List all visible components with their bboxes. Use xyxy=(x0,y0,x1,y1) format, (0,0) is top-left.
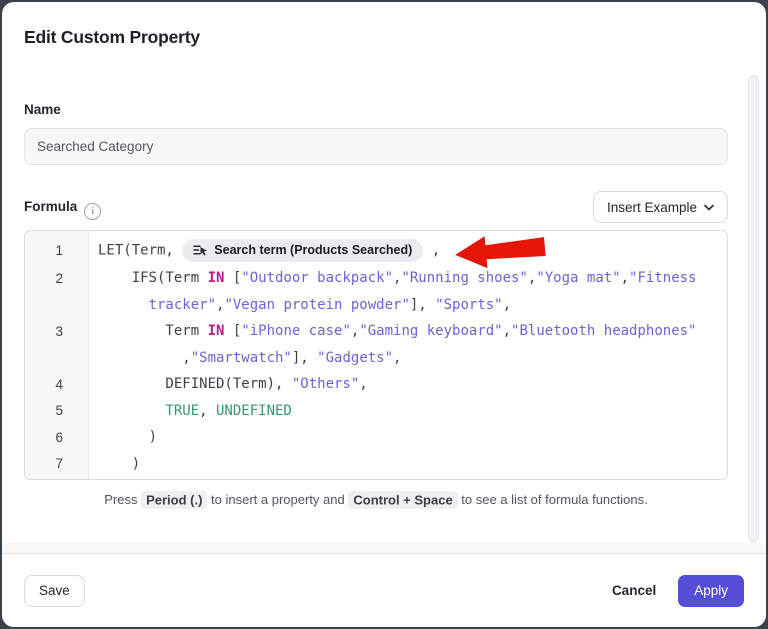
code-segment: "Running shoes" xyxy=(401,270,527,286)
code-text: LET(Term, Search term (Products Searched… xyxy=(98,239,727,262)
code-segment: IFS(Term xyxy=(132,270,208,286)
code-line[interactable]: 7) xyxy=(25,451,727,478)
code-segment: "Gaming keyboard" xyxy=(359,323,502,339)
code-segment: tracker" xyxy=(149,297,216,313)
code-segment: , xyxy=(393,350,401,366)
code-segment: "Yoga mat" xyxy=(536,270,620,286)
code-line[interactable]: 3 Term IN ["iPhone case","Gaming keyboard… xyxy=(25,318,727,345)
code-segment: , xyxy=(359,376,367,392)
code-text: Term IN ["iPhone case","Gaming keyboard"… xyxy=(98,323,727,339)
code-line[interactable]: 2 IFS(Term IN ["Outdoor backpack", "Runnin… xyxy=(25,265,727,292)
insert-example-label: Insert Example xyxy=(607,200,697,215)
code-text: ) xyxy=(98,456,727,472)
code-line[interactable]: 6) xyxy=(25,424,727,451)
line-number: 4 xyxy=(25,377,88,392)
name-label: Name xyxy=(24,102,61,117)
code-line[interactable]: tracker", "Vegan protein powder"], "Sport… xyxy=(25,292,727,319)
hint-text: Press xyxy=(104,492,141,507)
code-rows: 1 LET(Term, Search term (Products Searche… xyxy=(25,231,727,477)
property-chip[interactable]: Search term (Products Searched) xyxy=(182,239,423,262)
code-segment: TRUE xyxy=(165,403,199,419)
line-number: 1 xyxy=(25,243,88,258)
kbd-period: Period (.) xyxy=(141,491,207,509)
hint-text: to see a list of formula functions. xyxy=(458,492,648,507)
code-segment: Term xyxy=(165,323,207,339)
code-text: IFS(Term IN ["Outdoor backpack", "Running… xyxy=(98,270,727,286)
line-number: 7 xyxy=(25,456,88,471)
code-line[interactable]: 5 TRUE, UNDEFINED xyxy=(25,398,727,425)
code-segment: "Bluetooth headphones" xyxy=(511,323,696,339)
property-chip-label: Search term (Products Searched) xyxy=(214,243,412,257)
line-number: 2 xyxy=(25,271,88,286)
formula-label: Formula xyxy=(24,199,77,214)
code-segment: "Fitness xyxy=(629,270,696,286)
code-segment: , xyxy=(182,350,190,366)
line-number: 5 xyxy=(25,403,88,418)
code-segment: UNDEFINED xyxy=(216,403,292,419)
code-segment: , xyxy=(503,323,511,339)
code-segment: [ xyxy=(224,270,241,286)
kbd-control-space: Control + Space xyxy=(348,491,457,509)
code-segment: IN xyxy=(208,323,225,339)
code-segment: "Vegan protein powder" xyxy=(224,297,409,313)
code-line[interactable]: 1 LET(Term, Search term (Products Searche… xyxy=(25,235,727,265)
code-segment: "Outdoor backpack" xyxy=(241,270,393,286)
code-text: ) xyxy=(98,429,727,445)
code-text: DEFINED(Term), "Others", xyxy=(98,376,727,392)
apply-button[interactable]: Apply xyxy=(678,575,744,607)
code-segment: ) xyxy=(149,429,157,445)
content-footer-divider xyxy=(2,542,766,554)
code-segment: ) xyxy=(132,456,140,472)
edit-custom-property-dialog: Edit Custom Property Name Formula i Inser… xyxy=(2,2,766,627)
code-line[interactable]: 4 DEFINED(Term), "Others", xyxy=(25,371,727,398)
code-segment: , xyxy=(199,403,216,419)
code-segment: , xyxy=(423,242,440,258)
vertical-scrollbar[interactable] xyxy=(748,75,759,542)
line-number: 6 xyxy=(25,430,88,445)
code-segment: "iPhone case" xyxy=(241,323,351,339)
chevron-down-icon xyxy=(704,204,714,211)
code-segment: "Others" xyxy=(292,376,359,392)
code-segment: ], xyxy=(292,350,317,366)
insert-example-button[interactable]: Insert Example xyxy=(593,191,728,223)
code-text: ,"Smartwatch"], "Gadgets", xyxy=(98,350,727,366)
code-segment: ], xyxy=(410,297,435,313)
info-icon[interactable]: i xyxy=(84,203,101,220)
hint-text: to insert a property and xyxy=(207,492,348,507)
editor-hint: Press Period (.) to insert a property an… xyxy=(24,492,728,507)
save-button[interactable]: Save xyxy=(24,575,85,607)
code-text: tracker", "Vegan protein powder"], "Sport… xyxy=(98,297,727,313)
cancel-button[interactable]: Cancel xyxy=(602,575,666,607)
code-segment: [ xyxy=(224,323,241,339)
dialog-title: Edit Custom Property xyxy=(24,27,200,48)
formula-header-row: Formula i Insert Example xyxy=(24,191,728,223)
code-segment: "Smartwatch" xyxy=(191,350,292,366)
name-input[interactable] xyxy=(24,128,728,165)
code-segment: "Gadgets" xyxy=(317,350,393,366)
dialog-footer: Save Cancel Apply xyxy=(2,554,766,627)
code-segment: , xyxy=(621,270,629,286)
code-text: TRUE, UNDEFINED xyxy=(98,403,727,419)
property-cursor-icon xyxy=(193,244,208,257)
code-segment: , xyxy=(503,297,511,313)
code-segment: DEFINED(Term), xyxy=(165,376,291,392)
code-segment: LET(Term, xyxy=(98,242,182,258)
code-line[interactable]: ,"Smartwatch"], "Gadgets", xyxy=(25,345,727,372)
code-segment: IN xyxy=(208,270,225,286)
code-segment: "Sports" xyxy=(435,297,502,313)
formula-code-editor[interactable]: 1 LET(Term, Search term (Products Searche… xyxy=(24,230,728,480)
line-number: 3 xyxy=(25,324,88,339)
